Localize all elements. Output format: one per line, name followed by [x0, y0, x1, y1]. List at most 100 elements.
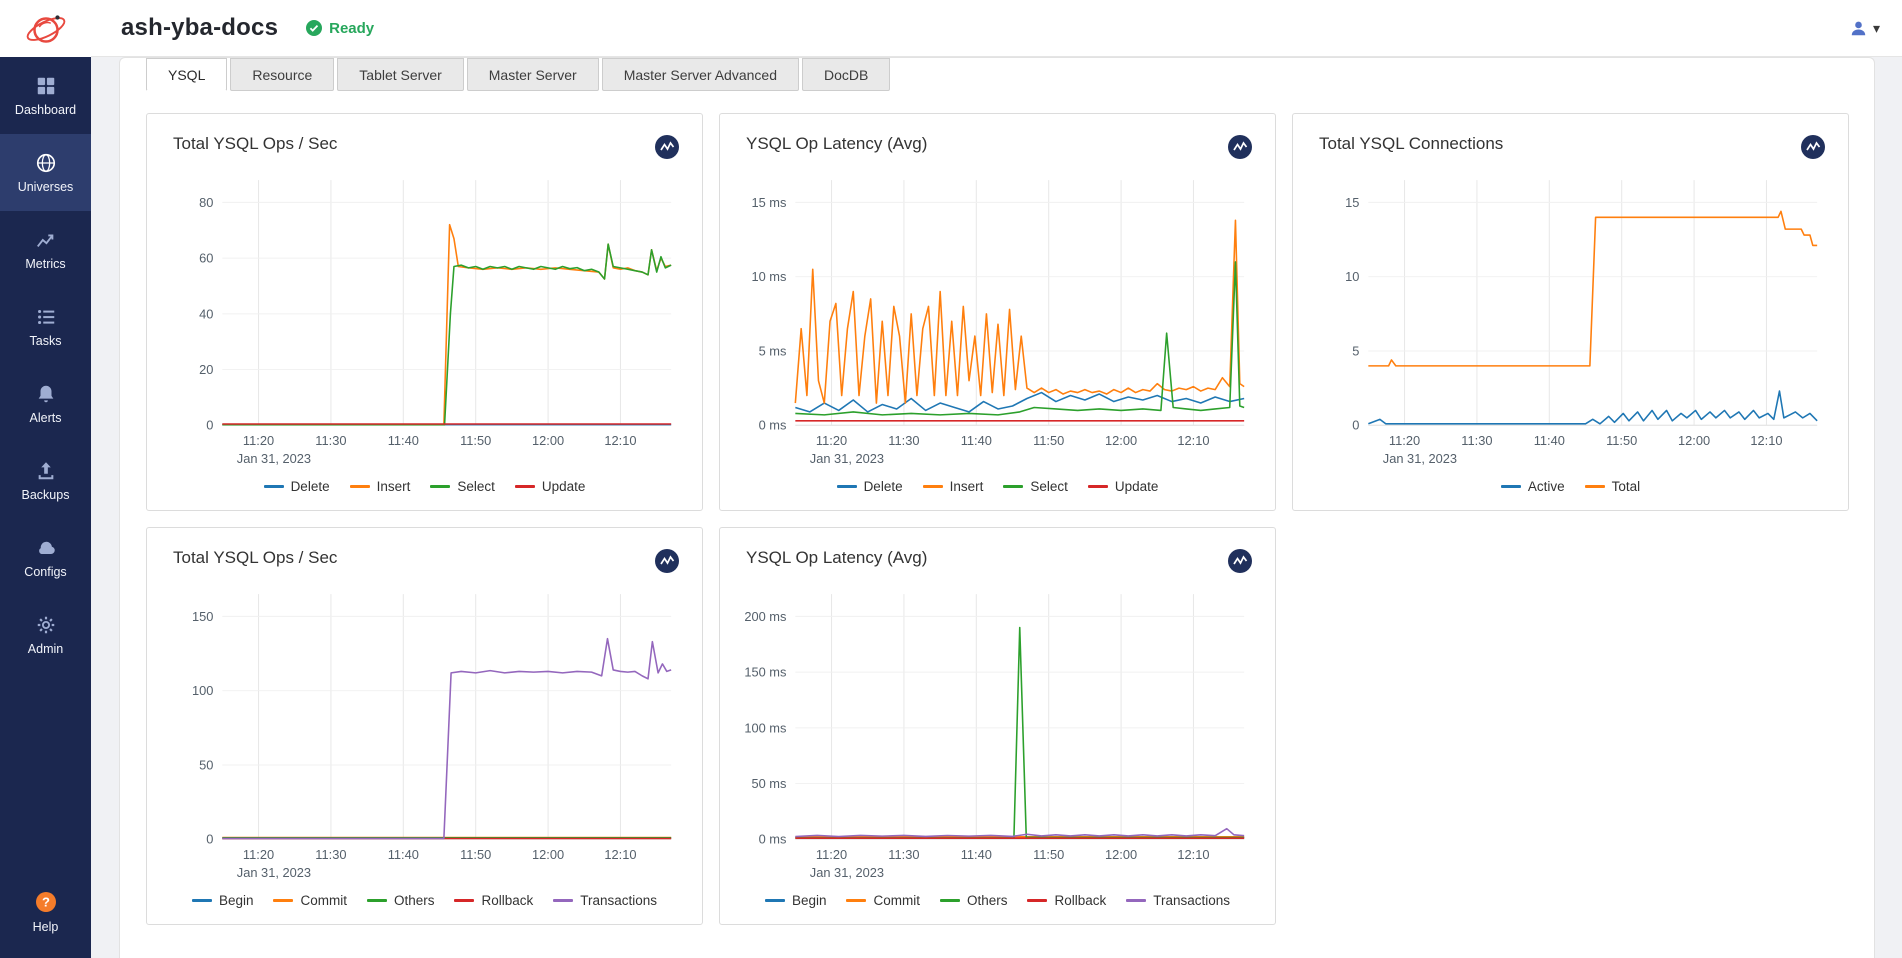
- sidebar-item-configs[interactable]: Configs: [0, 519, 91, 596]
- tab-master-server-advanced[interactable]: Master Server Advanced: [602, 58, 799, 91]
- legend-label: Insert: [950, 479, 984, 494]
- chart-title: YSQL Op Latency (Avg): [746, 134, 927, 154]
- svg-text:0: 0: [206, 832, 213, 847]
- legend-item[interactable]: Insert: [350, 479, 411, 494]
- sidebar-item-label: Help: [33, 920, 59, 934]
- legend-item[interactable]: Total: [1585, 479, 1641, 494]
- legend-item[interactable]: Insert: [923, 479, 984, 494]
- charts-grid: Total YSQL Ops / Sec 02040608011:2011:30…: [120, 91, 1874, 947]
- sidebar-item-label: Backups: [22, 488, 70, 502]
- chart-actions-icon[interactable]: [654, 134, 680, 160]
- legend-label: Active: [1528, 479, 1565, 494]
- top-header: ash-yba-docs Ready ▾: [91, 0, 1902, 57]
- svg-text:80: 80: [199, 195, 213, 210]
- legend-swatch: [1501, 485, 1521, 488]
- sidebar-item-label: Tasks: [30, 334, 62, 348]
- svg-text:12:10: 12:10: [1750, 433, 1782, 448]
- sidebar-item-tasks[interactable]: Tasks: [0, 288, 91, 365]
- legend-swatch: [940, 899, 960, 902]
- svg-text:40: 40: [199, 306, 213, 321]
- svg-text:11:20: 11:20: [1389, 433, 1420, 448]
- legend-swatch: [765, 899, 785, 902]
- svg-text:12:00: 12:00: [1105, 433, 1137, 448]
- legend-label: Commit: [873, 893, 920, 908]
- legend-item[interactable]: Rollback: [1027, 893, 1106, 908]
- legend-item[interactable]: Delete: [264, 479, 330, 494]
- svg-text:100 ms: 100 ms: [744, 720, 786, 735]
- legend-item[interactable]: Rollback: [454, 893, 533, 908]
- svg-text:12:00: 12:00: [532, 433, 564, 448]
- legend-item[interactable]: Begin: [192, 893, 254, 908]
- svg-text:50: 50: [199, 757, 213, 772]
- sidebar-item-admin[interactable]: Admin: [0, 596, 91, 673]
- dashboard-icon: [35, 75, 57, 97]
- legend-item[interactable]: Others: [940, 893, 1008, 908]
- svg-text:11:30: 11:30: [315, 847, 346, 862]
- svg-text:11:30: 11:30: [888, 847, 919, 862]
- chart-title: YSQL Op Latency (Avg): [746, 548, 927, 568]
- legend-swatch: [515, 485, 535, 488]
- legend-label: Transactions: [580, 893, 657, 908]
- legend-item[interactable]: Begin: [765, 893, 827, 908]
- svg-text:12:10: 12:10: [604, 847, 636, 862]
- chart-actions-icon[interactable]: [1800, 134, 1826, 160]
- yugabyte-logo[interactable]: [0, 0, 91, 57]
- sidebar-item-help[interactable]: ? Help: [0, 881, 91, 958]
- svg-text:15 ms: 15 ms: [751, 195, 786, 210]
- chart-actions-icon[interactable]: [1227, 548, 1253, 574]
- sidebar-item-alerts[interactable]: Alerts: [0, 365, 91, 442]
- svg-text:11:50: 11:50: [460, 433, 491, 448]
- sidebar-item-metrics[interactable]: Metrics: [0, 211, 91, 288]
- legend-item[interactable]: Select: [1003, 479, 1068, 494]
- legend-label: Commit: [300, 893, 347, 908]
- chart-legend: Begin Commit Others Rollback Transactions: [738, 891, 1257, 916]
- svg-text:100: 100: [192, 683, 213, 698]
- tab-master-server[interactable]: Master Server: [467, 58, 599, 91]
- legend-swatch: [1088, 485, 1108, 488]
- universe-title: ash-yba-docs: [121, 14, 278, 42]
- legend-label: Others: [394, 893, 435, 908]
- user-icon: [1849, 19, 1868, 38]
- status-badge: Ready: [306, 20, 374, 37]
- legend-swatch: [1585, 485, 1605, 488]
- svg-text:20: 20: [199, 362, 213, 377]
- legend-item[interactable]: Transactions: [1126, 893, 1230, 908]
- tab-ysql[interactable]: YSQL: [146, 58, 227, 91]
- legend-label: Delete: [864, 479, 903, 494]
- legend-item[interactable]: Update: [515, 479, 586, 494]
- legend-item[interactable]: Active: [1501, 479, 1565, 494]
- sidebar-item-dashboard[interactable]: Dashboard: [0, 57, 91, 134]
- tab-resource[interactable]: Resource: [230, 58, 334, 91]
- user-menu[interactable]: ▾: [1849, 19, 1880, 38]
- svg-text:0 ms: 0 ms: [759, 418, 787, 433]
- sidebar-item-universes[interactable]: Universes: [0, 134, 91, 211]
- upload-icon: [35, 460, 57, 482]
- chart-title: Total YSQL Connections: [1319, 134, 1503, 154]
- legend-item[interactable]: Transactions: [553, 893, 657, 908]
- panel-ysql-op-latency-transactions: YSQL Op Latency (Avg) 0 ms50 ms100 ms150…: [719, 527, 1276, 925]
- chart-actions-icon[interactable]: [1227, 134, 1253, 160]
- legend-swatch: [273, 899, 293, 902]
- svg-text:11:20: 11:20: [243, 433, 274, 448]
- svg-text:10 ms: 10 ms: [751, 269, 786, 284]
- sidebar-item-backups[interactable]: Backups: [0, 442, 91, 519]
- chart-legend: Delete Insert Select Update: [165, 477, 684, 502]
- tab-docdb[interactable]: DocDB: [802, 58, 890, 91]
- svg-text:11:40: 11:40: [1534, 433, 1565, 448]
- chart-actions-icon[interactable]: [654, 548, 680, 574]
- legend-item[interactable]: Delete: [837, 479, 903, 494]
- svg-text:12:00: 12:00: [532, 847, 564, 862]
- legend-item[interactable]: Select: [430, 479, 495, 494]
- legend-item[interactable]: Commit: [846, 893, 920, 908]
- svg-text:Jan 31, 2023: Jan 31, 2023: [810, 451, 884, 466]
- tab-tablet-server[interactable]: Tablet Server: [337, 58, 463, 91]
- legend-item[interactable]: Others: [367, 893, 435, 908]
- legend-swatch: [1126, 899, 1146, 902]
- legend-label: Others: [967, 893, 1008, 908]
- ysql-connections-chart: 05101511:2011:3011:4011:5012:0012:10Jan …: [1311, 162, 1830, 477]
- legend-item[interactable]: Commit: [273, 893, 347, 908]
- svg-text:5: 5: [1352, 343, 1359, 358]
- legend-item[interactable]: Update: [1088, 479, 1159, 494]
- svg-text:12:00: 12:00: [1105, 847, 1137, 862]
- svg-text:12:00: 12:00: [1678, 433, 1710, 448]
